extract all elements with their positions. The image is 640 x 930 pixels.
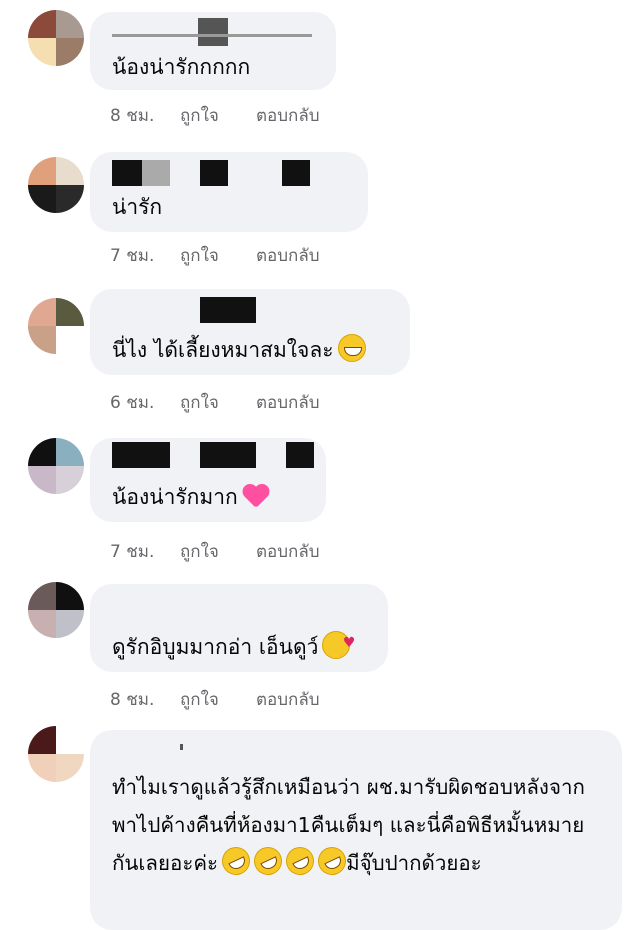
like-button[interactable]: ถูกใจ — [180, 538, 256, 565]
comment-text-content: ดูรักอิบูมมากอ่า เอ็นดูว์ — [112, 635, 319, 659]
comment-text: ทำไมเราดูแล้วรู้สึกเหมือนว่า ผช.มารับผิด… — [112, 768, 608, 882]
comment-time[interactable]: 8 ชม. — [110, 102, 180, 129]
rolling-on-the-floor-laughing-icon — [281, 842, 319, 880]
comment-time[interactable]: 6 ชม. — [110, 389, 180, 416]
comment-actions: 6 ชม. ถูกใจ ตอบกลับ — [110, 389, 320, 416]
author-name-fragment — [180, 744, 183, 750]
like-button[interactable]: ถูกใจ — [180, 102, 256, 129]
avatar[interactable] — [28, 438, 84, 494]
smiling-face-with-hearts-icon — [322, 624, 355, 662]
comment-text: น้องน่ารักกกกก — [112, 55, 251, 79]
avatar[interactable] — [28, 298, 84, 354]
reply-button[interactable]: ตอบกลับ — [256, 686, 320, 713]
comment-text: ดูรักอิบูมมากอ่า เอ็นดูว์ — [112, 624, 355, 666]
author-name-fragment — [112, 34, 312, 37]
comment-bubble: นี่ไง ได้เลี้ยงหมาสมใจละ — [90, 289, 410, 375]
rolling-on-the-floor-laughing-icon — [249, 842, 287, 880]
reply-button[interactable]: ตอบกลับ — [256, 102, 320, 129]
author-name-redacted[interactable] — [282, 160, 310, 186]
reply-button[interactable]: ตอบกลับ — [256, 538, 320, 565]
comment-bubble: ดูรักอิบูมมากอ่า เอ็นดูว์ — [90, 584, 388, 672]
comment-time[interactable]: 7 ชม. — [110, 538, 180, 565]
like-button[interactable]: ถูกใจ — [180, 389, 256, 416]
author-name-redacted[interactable] — [200, 442, 256, 468]
comment-bubble: น่ารัก — [90, 152, 368, 232]
author-name-redacted[interactable] — [112, 160, 142, 186]
rolling-on-the-floor-laughing-icon — [217, 842, 255, 880]
comment-time[interactable]: 8 ชม. — [110, 686, 180, 713]
comment-time[interactable]: 7 ชม. — [110, 242, 180, 269]
comment-text-content: มีจุ๊บปากด้วยอะ — [346, 851, 482, 875]
comment-text-content: นี่ไง ได้เลี้ยงหมาสมใจละ — [112, 338, 334, 362]
comment-actions: 7 ชม. ถูกใจ ตอบกลับ — [110, 538, 320, 565]
comment-bubble: น้องน่ารักมาก — [90, 438, 326, 522]
comment-text: น้องน่ารักมาก — [112, 478, 270, 516]
author-name-redacted[interactable] — [200, 160, 228, 186]
avatar[interactable] — [28, 582, 84, 638]
reply-button[interactable]: ตอบกลับ — [256, 242, 320, 269]
comment-actions: 8 ชม. ถูกใจ ตอบกลับ — [110, 686, 320, 713]
comment-text-content: น้องน่ารักมาก — [112, 485, 238, 509]
grinning-face-icon — [337, 334, 366, 362]
avatar[interactable] — [28, 157, 84, 213]
author-name-redacted[interactable] — [200, 297, 256, 323]
like-button[interactable]: ถูกใจ — [180, 242, 256, 269]
author-name-redacted[interactable] — [286, 442, 314, 468]
author-name-redacted[interactable] — [112, 442, 170, 468]
comment-actions: 8 ชม. ถูกใจ ตอบกลับ — [110, 102, 320, 129]
author-name-redacted[interactable] — [198, 18, 228, 46]
comment-bubble: น้องน่ารักกกกก — [90, 12, 336, 90]
reply-button[interactable]: ตอบกลับ — [256, 389, 320, 416]
like-button[interactable]: ถูกใจ — [180, 686, 256, 713]
comment-actions: 7 ชม. ถูกใจ ตอบกลับ — [110, 242, 320, 269]
author-name-redacted[interactable] — [142, 160, 170, 186]
avatar[interactable] — [28, 726, 84, 782]
comment-text: นี่ไง ได้เลี้ยงหมาสมใจละ — [112, 331, 366, 369]
comment-text: น่ารัก — [112, 195, 163, 219]
avatar[interactable] — [28, 10, 84, 66]
comment-bubble: ทำไมเราดูแล้วรู้สึกเหมือนว่า ผช.มารับผิด… — [90, 730, 622, 930]
growing-heart-icon — [242, 483, 270, 509]
